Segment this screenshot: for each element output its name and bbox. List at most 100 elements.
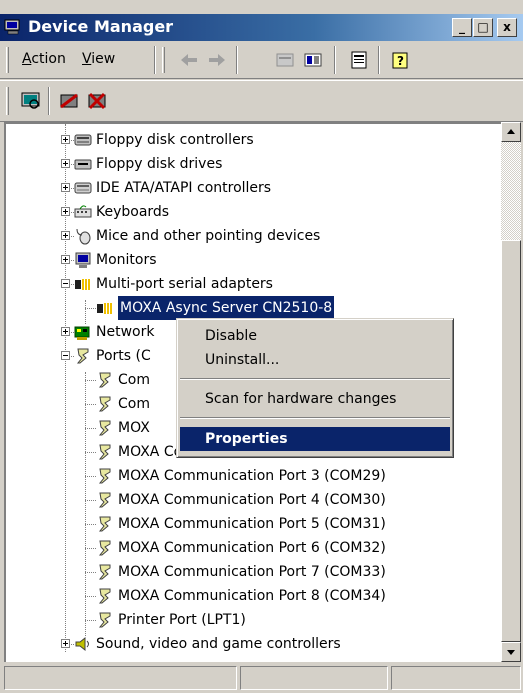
disable-device-icon[interactable] [58, 90, 80, 112]
menu-item-uninstall[interactable]: Uninstall... [180, 348, 450, 372]
port-icon [98, 396, 111, 412]
menu-item-scan-hardware[interactable]: Scan for hardware changes [180, 387, 450, 411]
tree-device-row[interactable]: MOXA Async Server CN2510-8 [6, 295, 499, 321]
device-toolbar-grip[interactable] [6, 87, 9, 115]
expand-plus-icon[interactable] [61, 159, 70, 168]
tree-item-label: Multi-port serial adapters [96, 276, 273, 292]
tree-category-row[interactable]: Floppy disk controllers [6, 128, 499, 152]
tree-category-row[interactable]: Floppy disk drives [6, 152, 499, 176]
port-icon [76, 348, 89, 364]
tree-device-row[interactable]: Printer Port (LPT1) [6, 608, 499, 632]
scroll-thumb[interactable] [501, 240, 521, 642]
back-arrow-icon[interactable] [178, 49, 200, 71]
scroll-up-button[interactable] [501, 122, 521, 142]
tree-device-row[interactable]: MOXA Communication Port 7 (COM33) [6, 560, 499, 584]
port-icon [98, 372, 111, 388]
sound-icon [75, 636, 89, 652]
tree-line [85, 524, 96, 526]
uninstall-device-icon[interactable] [86, 90, 108, 112]
toolbar-separator-3 [334, 46, 336, 74]
toolbar-grip[interactable] [6, 47, 9, 73]
menu-toolbar: Action View ? [0, 41, 523, 79]
context-menu: Disable Uninstall... Scan for hardware c… [176, 318, 454, 458]
menu-action-label: ction [31, 51, 66, 67]
toolbar-separator [154, 46, 156, 74]
menu-item-properties[interactable]: Properties [180, 427, 450, 451]
tree-line [85, 596, 96, 598]
tree-item-label: MOX [118, 420, 150, 436]
expand-plus-icon[interactable] [61, 255, 70, 264]
tree-device-row[interactable]: MOXA Communication Port 3 (COM29) [6, 464, 499, 488]
tree-device-row[interactable]: MOXA Communication Port 5 (COM31) [6, 512, 499, 536]
tree-item-label: MOXA Communication Port 4 (COM30) [118, 492, 386, 508]
tree-line [85, 452, 96, 454]
tree-category-row[interactable]: Mice and other pointing devices [6, 224, 499, 248]
port-icon [98, 564, 111, 580]
properties-icon[interactable] [348, 49, 370, 71]
tree-line [85, 428, 96, 430]
close-button[interactable]: x [497, 18, 517, 37]
svg-text:?: ? [397, 54, 404, 68]
tree-item-label: Printer Port (LPT1) [118, 612, 246, 628]
tree-device-row[interactable]: MOXA Communication Port 4 (COM30) [6, 488, 499, 512]
menu-item-disable[interactable]: Disable [180, 324, 450, 348]
status-bar [0, 662, 523, 693]
menu-view[interactable]: View [82, 51, 115, 67]
port-icon [98, 540, 111, 556]
expand-plus-icon[interactable] [61, 183, 70, 192]
expand-plus-icon[interactable] [61, 207, 70, 216]
tree-item-label: Sound, video and game controllers [96, 636, 341, 652]
tree-item-label: MOXA Communication Port 7 (COM33) [118, 564, 386, 580]
menu-action[interactable]: Action [22, 51, 66, 67]
help-icon[interactable]: ? [390, 49, 412, 71]
expand-plus-icon[interactable] [61, 231, 70, 240]
tree-item-label: Floppy disk drives [96, 156, 223, 172]
arrow-down-icon [507, 650, 515, 655]
tree-item-label: MOXA Communication Port 5 (COM31) [118, 516, 386, 532]
tree-device-row[interactable]: MOXA Communication Port 6 (COM32) [6, 536, 499, 560]
menu-view-label: iew [91, 51, 116, 67]
tree-category-row[interactable]: Keyboards [6, 200, 499, 224]
collapse-minus-icon[interactable] [61, 351, 70, 360]
port-icon [98, 492, 111, 508]
forward-arrow-icon[interactable] [206, 49, 228, 71]
status-pane-1 [4, 666, 237, 690]
device-toolbar-separator [48, 87, 50, 115]
show-hide-tree-icon[interactable] [302, 49, 324, 71]
port-icon [98, 588, 111, 604]
window-title: Device Manager [28, 17, 174, 36]
serial-adapter-icon [97, 303, 112, 314]
status-pane-3 [391, 666, 521, 690]
tree-item-label: MOXA Communication Port 6 (COM32) [118, 540, 386, 556]
expand-plus-icon[interactable] [61, 639, 70, 648]
tree-line [85, 308, 96, 310]
expand-plus-icon[interactable] [61, 327, 70, 336]
expand-plus-icon[interactable] [61, 135, 70, 144]
scroll-down-button[interactable] [501, 642, 521, 662]
menu-separator [180, 378, 450, 380]
toolbar-grip-2[interactable] [162, 47, 165, 73]
scan-hardware-icon[interactable] [20, 90, 42, 112]
tree-line [85, 380, 96, 382]
tree-category-row[interactable]: Monitors [6, 248, 499, 272]
tree-category-row[interactable]: IDE ATA/ATAPI controllers [6, 176, 499, 200]
port-icon [98, 516, 111, 532]
port-icon [98, 468, 111, 484]
network-icon [74, 326, 90, 340]
up-level-icon[interactable] [274, 49, 296, 71]
tree-category-row[interactable]: Sound, video and game controllers [6, 632, 499, 656]
collapse-minus-icon[interactable] [61, 279, 70, 288]
title-bar[interactable]: Device Manager _ □ x [0, 14, 523, 41]
menu-separator [180, 417, 450, 419]
minimize-button[interactable]: _ [452, 18, 472, 37]
tree-line [85, 620, 96, 622]
vertical-scrollbar[interactable] [501, 122, 521, 662]
tree-item-label: Ports (C [96, 348, 151, 364]
tree-line [85, 500, 96, 502]
maximize-button[interactable]: □ [473, 18, 493, 37]
floppy-drive-icon [74, 159, 92, 170]
tree-item-label: Monitors [96, 252, 157, 268]
toolbar-separator-4 [378, 46, 380, 74]
tree-category-row[interactable]: Multi-port serial adapters [6, 272, 499, 296]
tree-device-row[interactable]: MOXA Communication Port 8 (COM34) [6, 584, 499, 608]
